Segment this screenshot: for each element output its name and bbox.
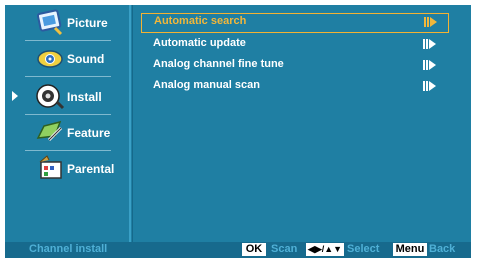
sidebar-item-label: Picture [67,16,108,30]
menu-item-automatic-search[interactable]: Automatic search [141,13,449,33]
feature-icon [35,118,65,146]
enter-arrow-icon [423,81,445,91]
nav-keys-icon: ◀▶/▲▼ [306,243,344,256]
enter-arrow-icon [424,17,446,27]
separator-shadow [132,5,133,242]
selected-arrow-icon [12,91,18,101]
sidebar-item-install[interactable]: Install [5,79,129,115]
menu-item-analog-channel-fine-tune[interactable]: Analog channel fine tune [141,57,447,73]
enter-arrow-icon [423,60,445,70]
footer-title: Channel install [29,243,108,255]
menu-item-label: Analog channel fine tune [153,58,284,70]
menu-list: Automatic search Automatic update Analog… [135,5,471,242]
separator [129,5,131,242]
scan-label: Scan [271,243,298,255]
sidebar-item-sound[interactable]: Sound [5,41,129,77]
sidebar-item-feature[interactable]: Feature [5,115,129,151]
select-label: Select [347,243,380,255]
back-label: Back [429,243,456,255]
menu-item-analog-manual-scan[interactable]: Analog manual scan [141,78,447,94]
ok-key: OK [242,243,266,256]
tv-osd-screen: Picture Sound Install Feature Parental A… [5,5,471,258]
sidebar-item-label: Parental [67,162,115,176]
menu-item-label: Analog manual scan [153,79,260,91]
picture-icon [35,8,65,36]
sidebar-item-parental[interactable]: Parental [5,151,129,187]
sidebar-item-label: Install [67,90,102,104]
parental-icon [35,154,65,182]
install-icon [35,82,65,110]
menu-key: Menu [393,243,427,256]
menu-item-label: Automatic update [153,37,246,49]
menu-item-label: Automatic search [154,15,247,27]
enter-arrow-icon [423,39,445,49]
sidebar-item-picture[interactable]: Picture [5,5,129,41]
sidebar: Picture Sound Install Feature Parental [5,5,129,242]
sidebar-item-label: Sound [67,52,105,66]
sidebar-item-label: Feature [67,126,111,140]
menu-item-automatic-update[interactable]: Automatic update [141,36,447,52]
footer-bar: Channel install OK Scan ◀▶/▲▼ Select Men… [5,242,471,258]
sound-icon [35,44,65,72]
divider [25,76,111,77]
